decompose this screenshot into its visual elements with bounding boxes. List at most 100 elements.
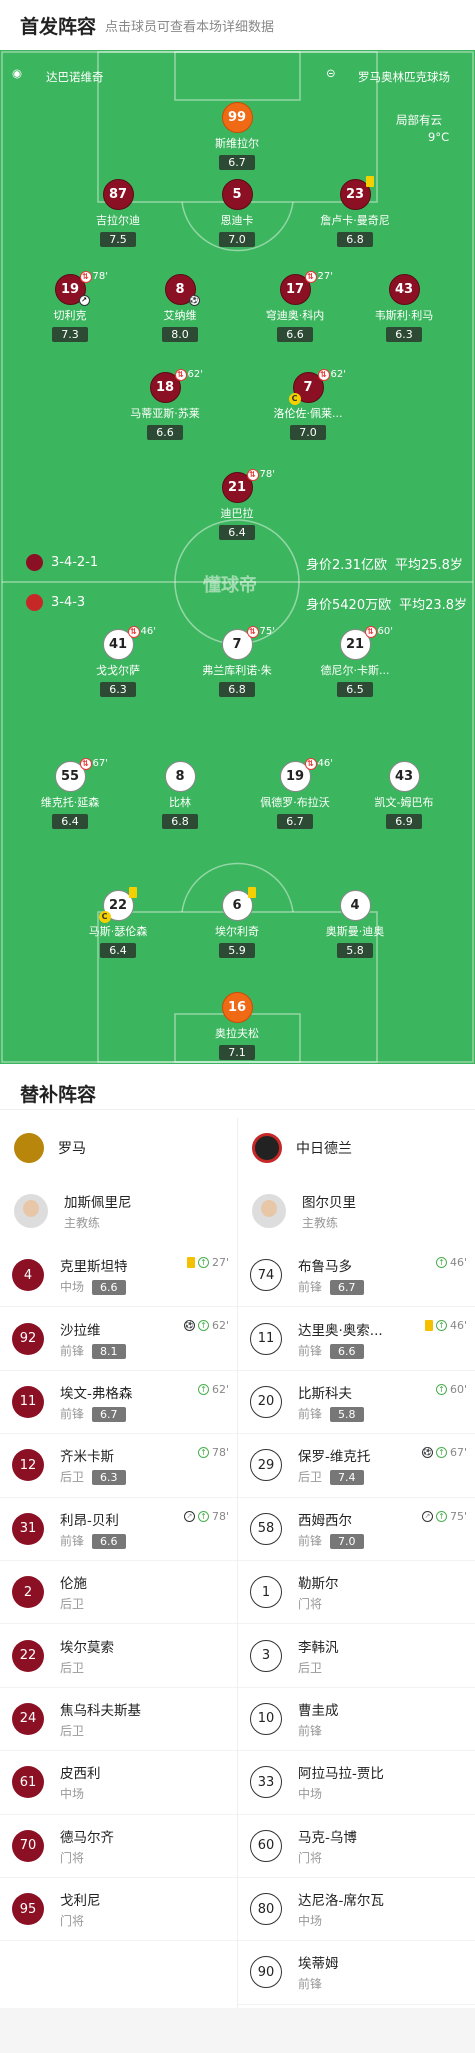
player-p7[interactable]: 17 ⇅ 27' 穹迪奥·科内 6.6 [235, 271, 355, 342]
player-name: 维克托·延森 [40, 796, 100, 809]
player-p17[interactable]: 19 ⇅ 46' 佩德罗·布拉沃 6.7 [235, 758, 355, 829]
sub-player-row[interactable]: 11 埃文-弗格森 前锋 6.7 ↑ 62' [0, 1371, 237, 1435]
assist-icon: ↗ [78, 295, 90, 306]
sub-name: 伦施 [60, 1576, 87, 1593]
sub-name: 德马尔齐 [60, 1829, 114, 1846]
sub-player-row[interactable]: 4 克里斯坦特 中场 6.6 ↑ 27' [0, 1244, 237, 1308]
player-p16[interactable]: 8 比林 6.8 [120, 761, 240, 829]
player-number: 43 [388, 274, 420, 305]
sub-player-row[interactable]: 70 德马尔齐 门将 [0, 1815, 237, 1878]
player-p22[interactable]: 16 奥拉夫松 7.1 [177, 992, 297, 1060]
player-rating: 6.4 [219, 525, 255, 540]
sub-player-row[interactable]: 61 皮西利 中场 [0, 1751, 237, 1815]
sub-rating: 6.3 [92, 1470, 126, 1486]
player-p14[interactable]: 21 ⇅ 60' 德尼尔·卡斯... 6.5 [295, 626, 415, 697]
player-p19[interactable]: 22 C 马斯·瑟伦森 6.4 [58, 887, 178, 958]
roma-logo-icon [26, 554, 43, 571]
player-p18[interactable]: 43 凯文-姆巴布 6.9 [344, 761, 464, 829]
player-number: 87 [102, 179, 134, 210]
sub-player-row[interactable]: 31 利昂-贝利 前锋 6.6 ↗ ↑ 78' [0, 1498, 237, 1561]
sub-player-row[interactable]: 2 伦施 后卫 [0, 1561, 237, 1625]
player-name: 奥拉夫松 [215, 1027, 259, 1040]
player-rating: 8.0 [162, 327, 198, 342]
player-number: 22 C [98, 887, 137, 923]
home-coach-row[interactable]: 加斯佩里尼 主教练 [0, 1178, 237, 1244]
sub-player-row[interactable]: 11 达里奥·奥索... 前锋 6.6 ↑ 46' [238, 1307, 475, 1371]
sub-player-row[interactable]: 74 布鲁马多 前锋 6.7 ↑ 46' [238, 1244, 475, 1308]
player-p5[interactable]: 19 ⇅ 78' ↗ 切利克 7.3 [10, 271, 130, 342]
player-rating: 6.5 [337, 682, 373, 697]
sub-in-time: 75' [449, 1509, 467, 1523]
away-team-info: 3-4-3 [26, 594, 85, 611]
player-number: 16 [221, 992, 253, 1023]
home-team-row[interactable]: 罗马 [0, 1118, 237, 1178]
sub-in-time: 27' [211, 1256, 229, 1269]
sub-player-row[interactable]: 92 沙拉维 前锋 8.1 ⚽ ↑ 62' [0, 1307, 237, 1371]
sub-player-row[interactable]: 58 西姆西尔 前锋 7.0 ↗ ↑ 75' [238, 1498, 475, 1561]
lineup-header: 首发阵容 点击球员可查看本场详细数据 [0, 0, 475, 50]
player-number: 6 [221, 887, 256, 921]
sub-player-row[interactable]: 60 马克-乌博 门将 [238, 1815, 475, 1878]
sub-player-row[interactable]: 29 保罗-维克托 后卫 7.4 ⚽ ↑ 67' [238, 1434, 475, 1498]
sub-player-row[interactable]: 33 阿拉马拉-贾比 中场 [238, 1751, 475, 1815]
player-name: 韦斯利·利马 [374, 309, 434, 322]
player-p1[interactable]: 99 斯维拉尔 6.7 [177, 102, 297, 170]
sub-player-row[interactable]: 95 戈利尼 门将 [0, 1878, 237, 1942]
player-number-text: 43 [394, 769, 414, 784]
lineup-title: 首发阵容 [20, 16, 97, 38]
sub-events: ⚽ ↑ 67' [421, 1446, 467, 1459]
away-coach-row[interactable]: 图尔贝里 主教练 [238, 1178, 475, 1244]
player-name: 佩德罗·布拉沃 [260, 796, 330, 809]
sub-player-row[interactable]: 20 比斯科夫 前锋 5.8 ↑ 60' [238, 1371, 475, 1435]
player-number-text: 8 [175, 769, 185, 784]
player-p2[interactable]: 87 吉拉尔迪 7.5 [58, 179, 178, 247]
player-number-text: 23 [345, 187, 365, 202]
player-p3[interactable]: 5 恩迪卡 7.0 [177, 179, 297, 247]
player-p13[interactable]: 7 ⇅ 75' 弗兰库利诺·朱 6.8 [177, 626, 297, 697]
sub-player-row[interactable]: 1 勒斯尔 门将 [238, 1561, 475, 1625]
sub-number: 22 [12, 1639, 44, 1672]
sub-number: 80 [250, 1893, 282, 1926]
away-team-row[interactable]: 中日德兰 [238, 1118, 475, 1178]
sub-player-row[interactable]: 3 李韩汎 后卫 [238, 1624, 475, 1688]
sub-player-row[interactable]: 10 曹圭成 前锋 [238, 1688, 475, 1752]
player-number: 19 ⇅ 46' [279, 758, 333, 792]
sub-position: 后卫 [60, 1660, 85, 1675]
sub-player-row[interactable]: 24 焦乌科夫斯基 后卫 [0, 1688, 237, 1752]
sub-position: 中场 [60, 1787, 85, 1802]
player-p21[interactable]: 4 奥斯曼·迪奥 5.8 [295, 890, 415, 958]
player-p20[interactable]: 6 埃尔利奇 5.9 [177, 887, 297, 958]
player-rating: 7.5 [100, 232, 136, 247]
player-name: 切利克 [53, 309, 87, 322]
player-p6[interactable]: 8 ⚽ 艾纳维 8.0 [120, 274, 240, 342]
sub-position: 前锋 [298, 1723, 323, 1738]
stadium-name: 罗马奥林匹克球场 [358, 70, 450, 84]
sub-position: 后卫 [298, 1470, 323, 1485]
sub-player-row[interactable]: 90 埃蒂姆 前锋 [238, 1941, 475, 2005]
player-rating: 6.6 [147, 425, 183, 440]
sub-player-row[interactable]: 22 埃尔莫索 后卫 [0, 1624, 237, 1688]
player-p12[interactable]: 41 ⇅ 46' 戈戈尔萨 6.3 [58, 626, 178, 697]
player-rating: 6.8 [337, 232, 373, 247]
player-name: 埃尔利奇 [215, 925, 259, 938]
player-p15[interactable]: 55 ⇅ 67' 维克托·延森 6.4 [10, 758, 130, 829]
sub-time: 46' [317, 758, 333, 769]
player-number: 23 [339, 176, 374, 210]
sub-player-row[interactable]: 12 齐米卡斯 后卫 6.3 ↑ 78' [0, 1434, 237, 1498]
player-p11[interactable]: 21 ⇅ 78' 迪巴拉 6.4 [177, 469, 297, 540]
away-formation: 3-4-3 [51, 595, 86, 610]
player-p9[interactable]: 18 ⇅ 62' 马蒂亚斯·苏莱 6.6 [105, 369, 225, 440]
sub-rating: 6.6 [330, 1343, 364, 1359]
player-name: 戈戈尔萨 [96, 664, 140, 677]
player-p8[interactable]: 43 韦斯利·利马 6.3 [344, 274, 464, 342]
sub-player-row[interactable]: 80 达尼洛-席尔瓦 中场 [238, 1878, 475, 1942]
player-p4[interactable]: 23 詹卢卡·曼奇尼 6.8 [295, 176, 415, 247]
coach-avatar [14, 1194, 48, 1228]
away-coach-role: 主教练 [302, 1216, 339, 1230]
sub-position: 前锋 [298, 1533, 323, 1548]
away-age: 平均23.8岁 [399, 598, 468, 613]
stadium-icon: ⊝ [326, 66, 336, 80]
player-name: 比林 [169, 796, 191, 809]
player-p10[interactable]: 7 ⇅ 62' C 洛伦佐·佩莱... 7.0 [248, 369, 368, 440]
sub-position: 后卫 [60, 1723, 85, 1738]
